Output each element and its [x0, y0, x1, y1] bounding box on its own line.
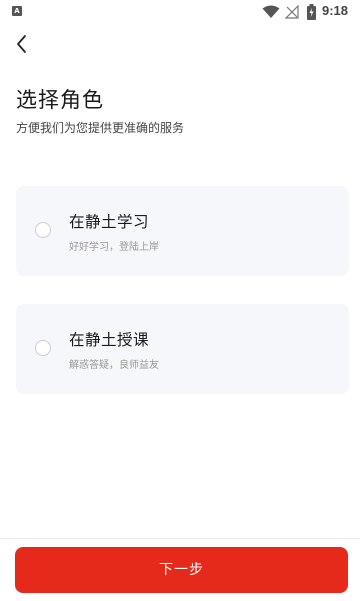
next-button[interactable]: 下一步: [15, 547, 348, 593]
a-notification-icon: A: [12, 6, 22, 16]
battery-icon: [307, 4, 316, 20]
role-title: 在静土学习: [69, 213, 150, 231]
status-time: 9:18: [322, 3, 349, 18]
role-card-student[interactable]: 在静土学习 好好学习，登陆上岸: [16, 186, 349, 276]
radio-button[interactable]: [35, 222, 51, 238]
back-button[interactable]: [8, 30, 36, 58]
status-bar: A 9:18: [0, 0, 360, 24]
role-description: 解惑答疑，良师益友: [69, 360, 159, 371]
role-title: 在静土授课: [69, 331, 150, 349]
page-title: 选择角色: [16, 88, 104, 112]
chevron-left-icon: [17, 35, 26, 53]
radio-button[interactable]: [35, 340, 51, 356]
signal-off-icon: [285, 5, 299, 19]
role-description: 好好学习，登陆上岸: [69, 242, 159, 253]
wifi-icon: [262, 5, 280, 18]
page-subtitle: 方便我们为您提供更准确的服务: [16, 121, 185, 135]
role-card-teacher[interactable]: 在静土授课 解惑答疑，良师益友: [16, 304, 349, 394]
bottom-bar: 下一步: [0, 538, 360, 601]
